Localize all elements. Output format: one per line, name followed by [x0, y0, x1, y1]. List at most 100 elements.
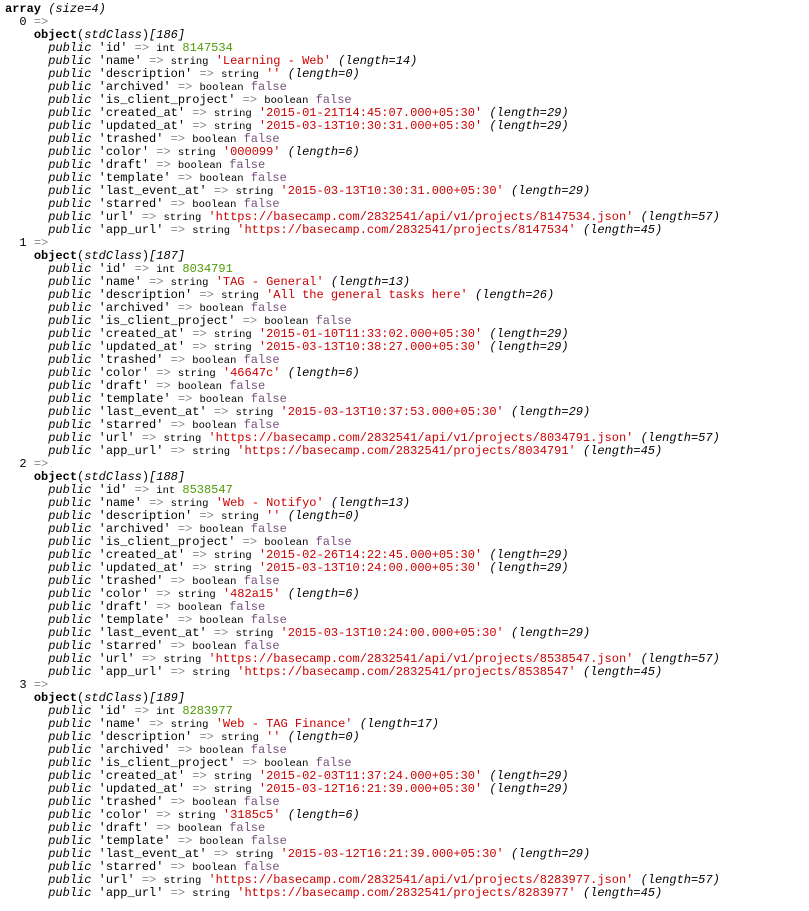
value-type: string: [177, 589, 216, 601]
property-key: 'name': [98, 717, 142, 731]
property-key: 'app_url': [98, 886, 164, 900]
class-name: stdClass: [84, 691, 142, 705]
root-header: array (size=4): [5, 3, 809, 16]
arrow-symbol: =>: [192, 561, 207, 575]
arrow-symbol: =>: [156, 587, 171, 601]
array-index: 2: [19, 457, 27, 471]
length-meta: (length=0): [287, 509, 360, 523]
property-key: 'starred': [98, 639, 164, 653]
property-value: '': [266, 730, 281, 744]
property-value: false: [243, 197, 280, 211]
property-value: '2015-01-10T11:33:02.000+05:30': [258, 327, 483, 341]
property-value: 'https://basecamp.com/2832541/projects/8…: [237, 886, 576, 900]
arrow-symbol: =>: [149, 275, 164, 289]
property-value: false: [229, 379, 266, 393]
property-value: false: [250, 171, 287, 185]
length-meta: (length=29): [489, 119, 569, 133]
arrow-symbol: =>: [199, 288, 214, 302]
array-index: 1: [19, 236, 27, 250]
arrow-symbol: =>: [213, 847, 229, 861]
array-index: 3: [19, 678, 27, 692]
var-dump-output: array (size=4) 0 => object(stdClass)[186…: [0, 0, 809, 901]
property-key: 'is_client_project': [98, 93, 236, 107]
visibility-label: public: [48, 834, 92, 848]
property-key: 'id': [98, 704, 128, 718]
property-value: 8034791: [182, 262, 233, 276]
arrow-symbol: =>: [170, 574, 186, 588]
property-value: 'https://basecamp.com/2832541/api/v1/pro…: [208, 431, 634, 445]
length-meta: (length=26): [474, 288, 555, 302]
property-value: 'Learning - Web': [215, 54, 331, 68]
visibility-label: public: [48, 54, 92, 68]
visibility-label: public: [48, 561, 92, 575]
array-index: 0: [19, 15, 27, 29]
object-handle: [187]: [149, 249, 186, 263]
visibility-label: public: [48, 730, 92, 744]
value-type: string: [192, 888, 231, 900]
arrow-symbol: =>: [156, 145, 171, 159]
value-type: string: [213, 108, 252, 120]
property-value: 8283977: [182, 704, 233, 718]
property-key: 'is_client_project': [98, 535, 236, 549]
value-type: string: [177, 810, 216, 822]
arrow-symbol: =>: [242, 93, 258, 107]
arrow-symbol: =>: [192, 548, 207, 562]
visibility-label: public: [48, 210, 92, 224]
property-value: false: [315, 756, 352, 770]
property-value: '46647c': [222, 366, 281, 380]
property-value: 8538547: [182, 483, 233, 497]
arrow-symbol: =>: [134, 704, 150, 718]
property-value: '2015-03-13T10:38:27.000+05:30': [258, 340, 483, 354]
property-value: false: [243, 132, 280, 146]
visibility-label: public: [48, 847, 92, 861]
arrow-symbol: =>: [213, 405, 229, 419]
length-meta: (length=6): [287, 145, 360, 159]
property-key: 'draft': [98, 821, 150, 835]
property-key: 'updated_at': [98, 782, 186, 796]
length-meta: (length=45): [582, 665, 663, 679]
arrow-symbol: =>: [33, 678, 49, 692]
property-key: 'template': [98, 834, 171, 848]
visibility-label: public: [48, 860, 92, 874]
arrow-symbol: =>: [177, 613, 193, 627]
arrow-symbol: =>: [170, 132, 186, 146]
visibility-label: public: [48, 418, 92, 432]
visibility-label: public: [48, 366, 92, 380]
property-value: 'https://basecamp.com/2832541/projects/8…: [237, 665, 576, 679]
property-value: false: [250, 522, 287, 536]
value-type: string: [177, 147, 216, 159]
property-value: false: [315, 535, 352, 549]
arrow-symbol: =>: [156, 808, 171, 822]
visibility-label: public: [48, 275, 92, 289]
property-value: false: [250, 743, 287, 757]
visibility-label: public: [48, 743, 92, 757]
length-meta: (length=29): [510, 847, 591, 861]
class-name: stdClass: [84, 470, 142, 484]
visibility-label: public: [48, 756, 92, 770]
property-value: '2015-03-13T10:30:31.000+05:30': [258, 119, 483, 133]
visibility-label: public: [48, 431, 92, 445]
length-meta: (length=0): [287, 730, 360, 744]
visibility-label: public: [48, 535, 92, 549]
object-keyword: object: [33, 249, 78, 263]
property-key: 'draft': [98, 600, 150, 614]
property-key: 'created_at': [98, 769, 186, 783]
root-size: (size=4): [48, 2, 106, 16]
arrow-symbol: =>: [170, 444, 186, 458]
property-value: '2015-03-12T16:21:39.000+05:30': [280, 847, 504, 861]
property-key: 'id': [98, 41, 128, 55]
property-value: '2015-03-13T10:24:00.000+05:30': [258, 561, 483, 575]
length-meta: (length=29): [510, 405, 591, 419]
property-value: false: [315, 93, 352, 107]
arrow-symbol: =>: [192, 119, 207, 133]
visibility-label: public: [48, 795, 92, 809]
arrow-symbol: =>: [177, 743, 193, 757]
property-value: 'https://basecamp.com/2832541/projects/8…: [237, 444, 576, 458]
property-value: '': [266, 67, 281, 81]
value-type: string: [177, 368, 216, 380]
item-list: 0 => object(stdClass)[186] public 'id' =…: [5, 15, 809, 901]
visibility-label: public: [48, 613, 92, 627]
property-key: 'description': [98, 67, 193, 81]
property-value: '2015-01-21T14:45:07.000+05:30': [258, 106, 483, 120]
arrow-symbol: =>: [170, 886, 186, 900]
